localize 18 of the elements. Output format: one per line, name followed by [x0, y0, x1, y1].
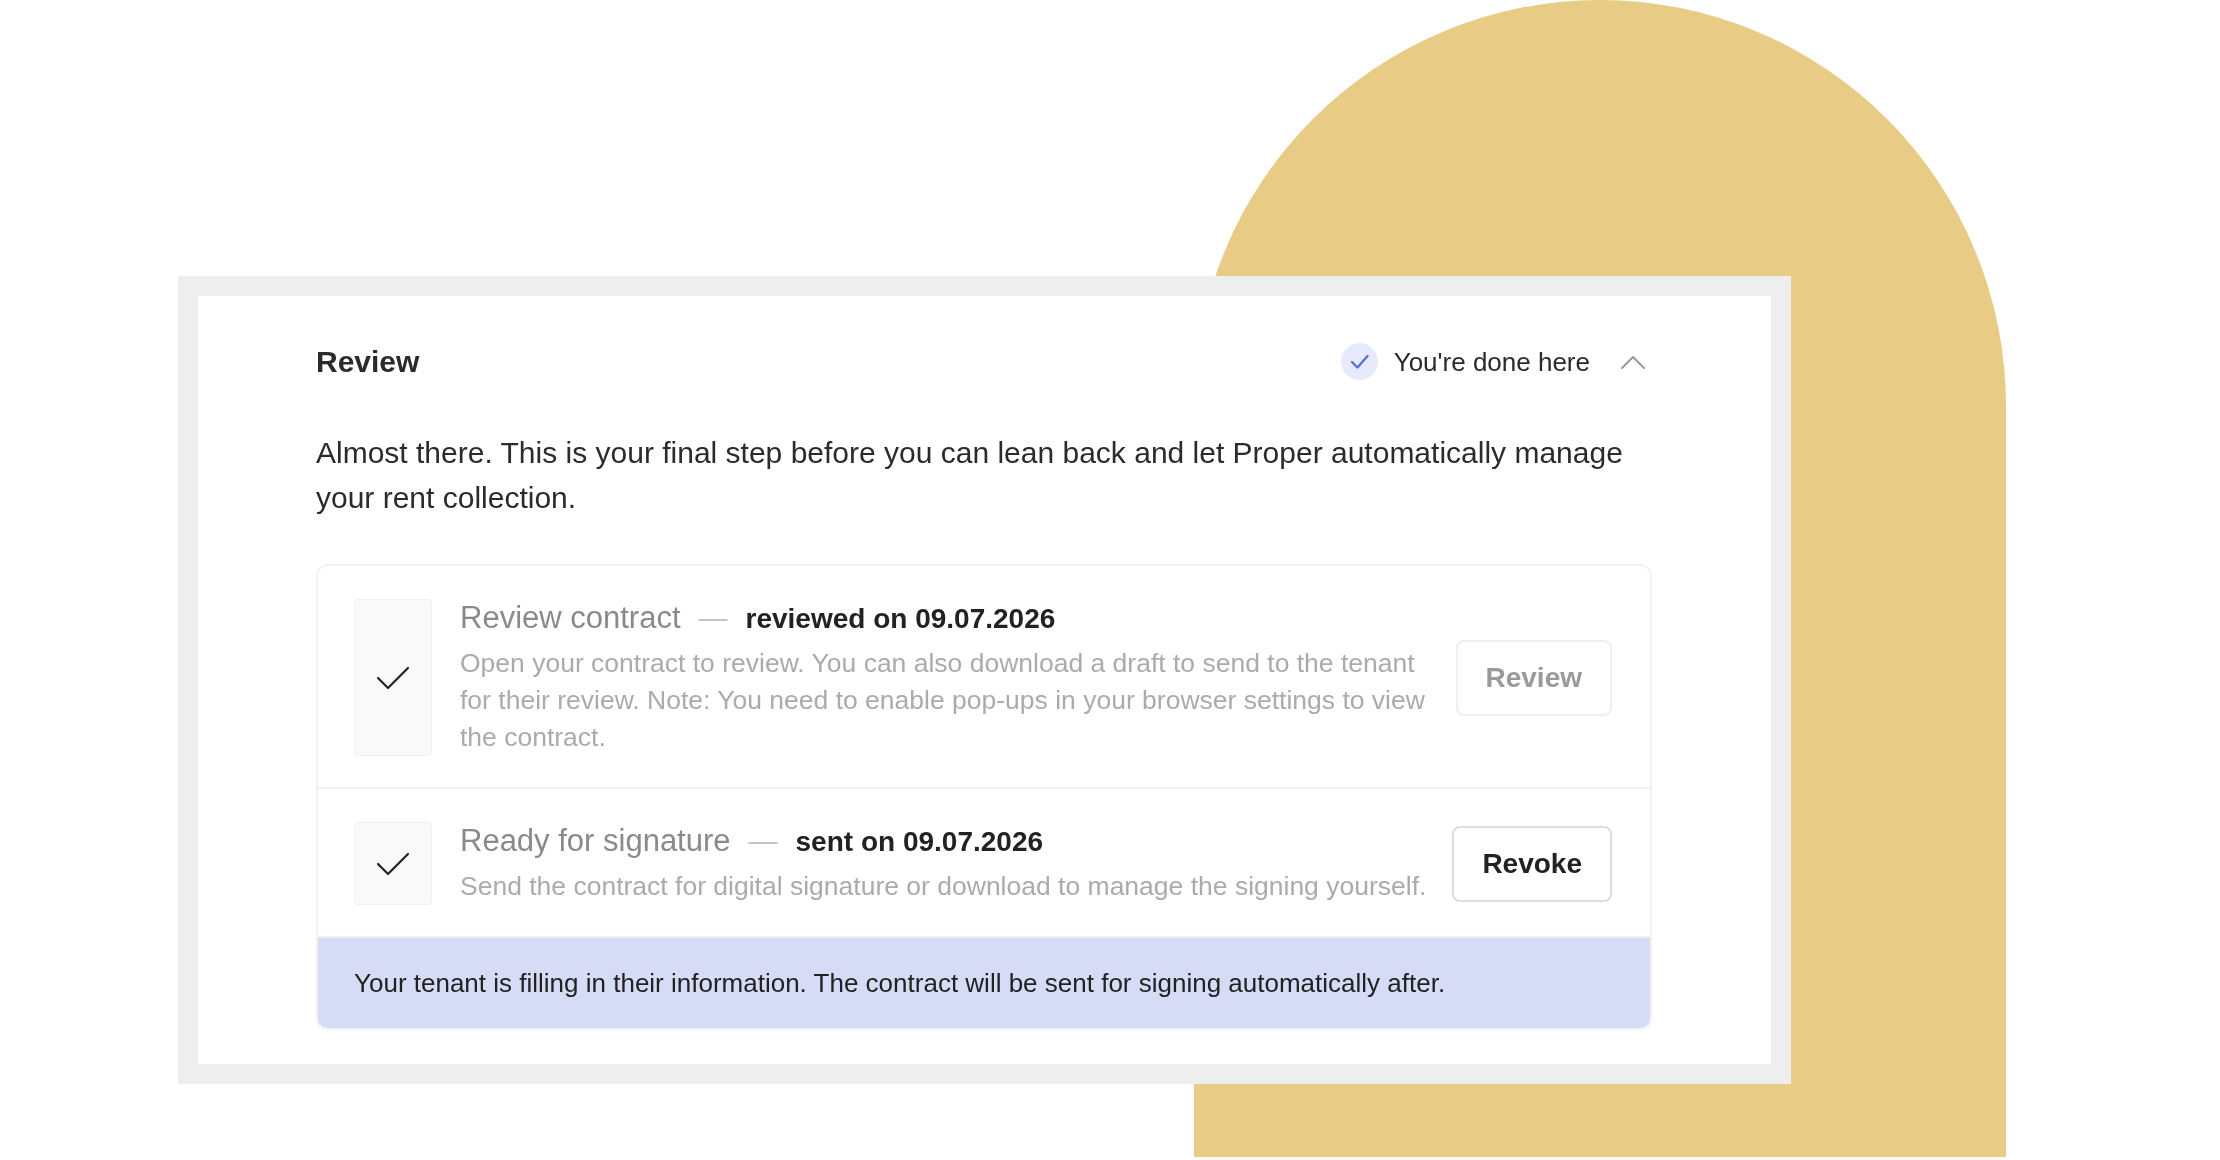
- step-status: sent on 09.07.2026: [795, 826, 1044, 857]
- checkbox[interactable]: [354, 822, 432, 905]
- step-title: Ready for signature: [460, 823, 731, 858]
- separator: —: [698, 602, 728, 634]
- step-title: Review contract: [460, 600, 681, 635]
- section-title: Review: [316, 343, 420, 380]
- info-banner: Your tenant is filling in their information. The contract will be sent for signing automatically after.: [318, 938, 1650, 1028]
- check-icon: [376, 665, 410, 690]
- step-description: Send the contract for digital signature or download to manage the signing yourself.: [460, 870, 1428, 903]
- chevron-up-icon: [1620, 353, 1646, 370]
- status-label: You're done here: [1393, 345, 1590, 379]
- separator: —: [748, 825, 778, 857]
- check-icon: [376, 851, 410, 876]
- intro-text: Almost there. This is your final step before you can lean back and let Proper automatically manage your rent collection.: [316, 435, 1624, 516]
- checkbox[interactable]: [354, 599, 432, 756]
- step-description: Open your contract to review. You can also download a draft to send to the tenant for their review. Note: You need to enable pop-ups in your browser settings to view the contract.: [460, 647, 1426, 754]
- action-button[interactable]: Revoke: [1452, 825, 1612, 902]
- step-status: reviewed on 09.07.2026: [745, 603, 1056, 634]
